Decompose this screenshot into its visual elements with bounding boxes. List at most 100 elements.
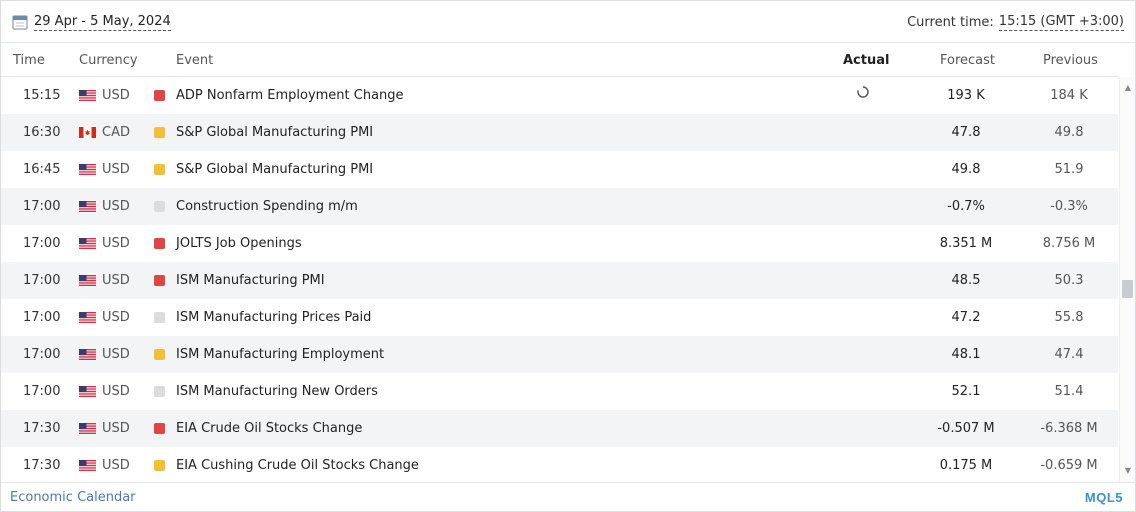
importance-medium-icon xyxy=(154,349,165,360)
table-row[interactable]: 17:00 USD Construction Spending m/m -0.7% -0… xyxy=(1,188,1118,225)
event-time: 17:30 xyxy=(23,458,61,473)
event-name[interactable]: EIA Cushing Crude Oil Stocks Change xyxy=(176,458,419,473)
event-previous: -0.659 M xyxy=(1040,458,1098,473)
event-forecast: -0.507 M xyxy=(937,421,995,436)
scrollbar[interactable]: ▲ ▼ xyxy=(1119,77,1135,482)
event-forecast: 8.351 M xyxy=(939,236,993,251)
event-currency: USD xyxy=(102,273,130,288)
top-bar: 29 Apr - 5 May, 2024 Current time: 15:15… xyxy=(1,1,1135,43)
scroll-thumb[interactable] xyxy=(1122,280,1133,298)
event-time: 17:00 xyxy=(23,273,61,288)
importance-high-icon xyxy=(154,90,165,101)
event-currency: USD xyxy=(102,88,130,103)
event-currency: USD xyxy=(102,347,130,362)
event-currency: USD xyxy=(102,310,130,325)
table-row[interactable]: 16:30 CAD S&P Global Manufacturing PMI 47.8… xyxy=(1,114,1118,151)
event-previous: 8.756 M xyxy=(1042,236,1096,251)
event-time: 15:15 xyxy=(23,88,61,103)
event-previous: 47.4 xyxy=(1054,347,1084,362)
event-previous: 50.3 xyxy=(1054,273,1084,288)
event-name[interactable]: ADP Nonfarm Employment Change xyxy=(176,88,404,103)
event-name[interactable]: ISM Manufacturing Employment xyxy=(176,347,384,362)
us-flag-icon xyxy=(79,201,96,212)
footer: Economic Calendar MQL5 xyxy=(1,482,1135,511)
table-row[interactable]: 15:15 USD ADP Nonfarm Employment Change 193… xyxy=(1,77,1118,114)
event-forecast: 48.1 xyxy=(951,347,981,362)
table-header: Time Currency Event Actual Forecast Prev… xyxy=(1,43,1118,77)
event-time: 16:45 xyxy=(23,162,61,177)
event-forecast: 52.1 xyxy=(951,384,981,399)
us-flag-icon xyxy=(79,238,96,249)
scroll-up-arrow-icon[interactable]: ▲ xyxy=(1123,83,1133,93)
table-row[interactable]: 16:45 USD S&P Global Manufacturing PMI 49.8… xyxy=(1,151,1118,188)
event-currency: USD xyxy=(102,162,130,177)
event-name[interactable]: S&P Global Manufacturing PMI xyxy=(176,162,373,177)
event-currency: USD xyxy=(102,236,130,251)
importance-high-icon xyxy=(154,423,165,434)
importance-low-icon xyxy=(154,386,165,397)
table-row[interactable]: 17:30 USD EIA Crude Oil Stocks Change -0.50… xyxy=(1,410,1118,447)
event-previous: -0.3% xyxy=(1050,199,1088,214)
us-flag-icon xyxy=(79,349,96,360)
importance-medium-icon xyxy=(154,127,165,138)
us-flag-icon xyxy=(79,164,96,175)
date-range-picker[interactable]: 29 Apr - 5 May, 2024 xyxy=(12,12,171,32)
date-range-text[interactable]: 29 Apr - 5 May, 2024 xyxy=(34,14,171,31)
mql5-logo[interactable]: MQL5 xyxy=(1085,490,1123,505)
event-currency: USD xyxy=(102,384,130,399)
event-currency: USD xyxy=(102,199,130,214)
event-currency: USD xyxy=(102,458,130,473)
importance-medium-icon xyxy=(154,460,165,471)
us-flag-icon xyxy=(79,460,96,471)
event-forecast: 193 K xyxy=(947,88,985,103)
event-previous: 51.9 xyxy=(1054,162,1084,177)
column-header-forecast: Forecast xyxy=(940,53,996,68)
table-row[interactable]: 17:00 USD ISM Manufacturing Employment 48.1… xyxy=(1,336,1118,373)
event-time: 17:00 xyxy=(23,347,61,362)
column-header-currency: Currency xyxy=(79,53,138,68)
event-previous: 55.8 xyxy=(1054,310,1084,325)
table-row[interactable]: 17:30 USD EIA Cushing Crude Oil Stocks Cha… xyxy=(1,447,1118,483)
event-name[interactable]: S&P Global Manufacturing PMI xyxy=(176,125,373,140)
importance-low-icon xyxy=(154,201,165,212)
event-forecast: 47.2 xyxy=(951,310,981,325)
scroll-down-arrow-icon[interactable]: ▼ xyxy=(1123,466,1133,476)
column-header-time: Time xyxy=(13,53,45,68)
table-row[interactable]: 17:00 USD JOLTS Job Openings 8.351 M 8.756 M xyxy=(1,225,1118,262)
us-flag-icon xyxy=(79,90,96,101)
event-forecast: -0.7% xyxy=(947,199,985,214)
event-forecast: 49.8 xyxy=(951,162,981,177)
table-row[interactable]: 17:00 USD ISM Manufacturing PMI 48.5 50.3 xyxy=(1,262,1118,299)
importance-high-icon xyxy=(154,238,165,249)
event-name[interactable]: EIA Crude Oil Stocks Change xyxy=(176,421,362,436)
importance-low-icon xyxy=(154,312,165,323)
ca-flag-icon xyxy=(79,127,96,138)
importance-medium-icon xyxy=(154,164,165,175)
calendar-icon[interactable] xyxy=(12,14,28,30)
event-name[interactable]: Construction Spending m/m xyxy=(176,199,358,214)
table-row[interactable]: 17:00 USD ISM Manufacturing New Orders 52.1… xyxy=(1,373,1118,410)
event-time: 17:00 xyxy=(23,384,61,399)
events-table[interactable]: 15:15 USD ADP Nonfarm Employment Change 193… xyxy=(1,77,1118,483)
event-name[interactable]: ISM Manufacturing PMI xyxy=(176,273,325,288)
event-name[interactable]: ISM Manufacturing New Orders xyxy=(176,384,378,399)
loading-spinner-icon xyxy=(857,86,869,98)
event-name[interactable]: ISM Manufacturing Prices Paid xyxy=(176,310,371,325)
column-header-actual: Actual xyxy=(843,53,890,68)
current-time: Current time: 15:15 (GMT +3:00) xyxy=(907,12,1124,32)
us-flag-icon xyxy=(79,312,96,323)
current-time-value[interactable]: 15:15 (GMT +3:00) xyxy=(998,14,1124,31)
event-time: 17:00 xyxy=(23,199,61,214)
event-previous: 51.4 xyxy=(1054,384,1084,399)
event-time: 17:00 xyxy=(23,310,61,325)
us-flag-icon xyxy=(79,275,96,286)
event-currency: CAD xyxy=(102,125,130,140)
event-previous: -6.368 M xyxy=(1040,421,1098,436)
current-time-label: Current time: xyxy=(907,14,994,30)
event-time: 17:30 xyxy=(23,421,61,436)
event-time: 17:00 xyxy=(23,236,61,251)
economic-calendar-link[interactable]: Economic Calendar xyxy=(10,490,136,505)
table-row[interactable]: 17:00 USD ISM Manufacturing Prices Paid 47.… xyxy=(1,299,1118,336)
event-name[interactable]: JOLTS Job Openings xyxy=(176,236,302,251)
us-flag-icon xyxy=(79,423,96,434)
